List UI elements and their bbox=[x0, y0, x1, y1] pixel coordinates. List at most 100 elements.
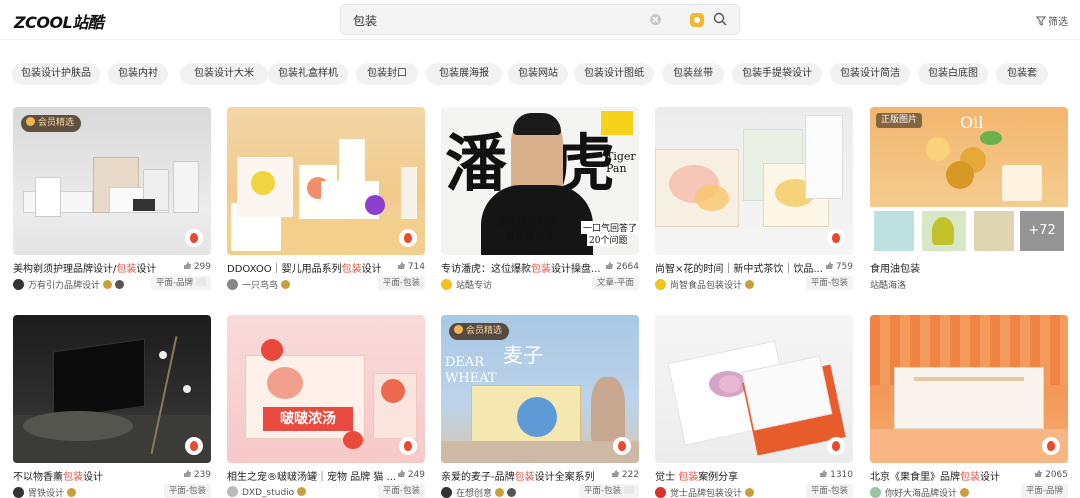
crown-icon bbox=[454, 325, 463, 334]
work-title[interactable]: 北京《果食里》品牌包装设计 bbox=[870, 468, 1038, 483]
work-thumbnail[interactable] bbox=[655, 107, 853, 255]
vip-icon bbox=[495, 488, 505, 497]
like-count: 299 bbox=[183, 261, 211, 272]
vip-icon bbox=[281, 280, 291, 289]
thumbs-up-icon bbox=[825, 262, 833, 269]
badge-icon bbox=[115, 280, 125, 289]
tag-chip[interactable]: 包装设计大米 bbox=[180, 63, 268, 85]
thumb-dear-text: DEAR bbox=[445, 355, 485, 370]
tag-chip[interactable]: 包装封口 bbox=[356, 63, 418, 85]
author[interactable]: 一只鸟鸟 bbox=[227, 278, 291, 291]
author[interactable]: 站酷专访 bbox=[441, 278, 492, 291]
vip-icon bbox=[297, 487, 307, 496]
like-count: 759 bbox=[825, 261, 853, 272]
author[interactable]: 胃铁设计 bbox=[13, 486, 77, 498]
work-title[interactable]: 专访潘虎：这位爆款包装设计操盘... bbox=[441, 260, 609, 275]
author[interactable]: 在想创意 bbox=[441, 486, 517, 498]
tag-chip[interactable]: 包装网站 bbox=[508, 63, 568, 85]
avatar bbox=[227, 279, 238, 290]
thumbs-up-icon bbox=[611, 470, 619, 477]
work-thumbnail[interactable]: 会员精选 bbox=[13, 107, 211, 255]
work-title[interactable]: 不以物香薰包装设计 bbox=[13, 468, 181, 483]
image-search-icon[interactable] bbox=[690, 13, 704, 27]
like-count: 222 bbox=[611, 469, 639, 480]
thumb-tiger-pan: Tiger Pan bbox=[606, 150, 636, 175]
tag-chip[interactable]: 包装展海报 bbox=[426, 63, 502, 85]
thumbs-up-icon bbox=[820, 470, 828, 477]
author[interactable]: DXD_studio bbox=[227, 486, 307, 498]
thumb-oil-text: Oil bbox=[960, 113, 984, 132]
work-thumbnail[interactable]: 啵啵浓汤 bbox=[227, 315, 425, 463]
thumb-headline-pan: 潘 bbox=[445, 127, 508, 200]
work-thumbnail[interactable] bbox=[655, 315, 853, 463]
hot-icon bbox=[399, 437, 417, 455]
hot-icon bbox=[827, 437, 845, 455]
work-thumbnail[interactable]: 潘 虎 Tiger Pan 这位爆款包装 设计操盘手 一口气回答了 20个问题 bbox=[441, 107, 639, 255]
work-title[interactable]: 相生之宠®啵啵汤罐｜宠物 品牌 猫 ... bbox=[227, 468, 395, 483]
avatar bbox=[13, 279, 24, 290]
like-count: 714 bbox=[397, 261, 425, 272]
tag-chip[interactable]: 包装丝带 bbox=[662, 63, 724, 85]
tag-chip[interactable]: 包装设计图纸 bbox=[574, 63, 654, 85]
vip-icon bbox=[103, 280, 113, 289]
work-thumbnail[interactable] bbox=[870, 315, 1068, 463]
search-box[interactable] bbox=[340, 4, 740, 35]
work-thumbnail[interactable]: DEAR WHEAT 麦子 会员精选 bbox=[441, 315, 639, 463]
thumb-brand-text: 麦子 bbox=[503, 343, 543, 367]
more-images-count[interactable]: +72 bbox=[1020, 211, 1064, 251]
avatar bbox=[227, 486, 238, 497]
related-tags: 包装设计护肤品 包装内衬 包装设计大米 包装礼盒样机 包装封口 包装展海报 包装… bbox=[12, 63, 1080, 85]
thumb-caption: 20个问题 bbox=[587, 233, 630, 246]
work-title[interactable]: 美构剃须护理品牌设计/包装设计 bbox=[13, 260, 181, 275]
vip-icon bbox=[67, 488, 77, 497]
filter-button[interactable]: 筛选 bbox=[1036, 13, 1068, 28]
work-title[interactable]: 觉士 包装案例分享 bbox=[655, 468, 823, 483]
tag-chip[interactable]: 包装手提袋设计 bbox=[732, 63, 822, 85]
avatar bbox=[13, 487, 24, 498]
badge-icon bbox=[507, 488, 517, 497]
filter-icon bbox=[1036, 16, 1046, 26]
work-title[interactable]: DDOXOO｜婴儿用品系列包装设计 bbox=[227, 260, 395, 275]
thumb-caption: 这位爆款包装 bbox=[497, 217, 557, 228]
work-title[interactable]: 亲爱的麦子-品牌包装设计全案系列 bbox=[441, 468, 609, 483]
zcool-logo[interactable]: ZCOOL站酷 bbox=[14, 9, 104, 33]
work-title[interactable]: 食用油包装 bbox=[870, 260, 1038, 275]
work-thumbnail[interactable] bbox=[13, 315, 211, 463]
hot-icon bbox=[827, 229, 845, 247]
like-count: 239 bbox=[183, 469, 211, 480]
category-label: 平面-包装 bbox=[377, 276, 425, 290]
category-label: 平面-包装 bbox=[805, 276, 853, 290]
work-thumbnail[interactable] bbox=[227, 107, 425, 255]
thumbs-up-icon bbox=[183, 470, 191, 477]
author[interactable]: 你好大海品牌设计 bbox=[870, 486, 970, 498]
thumbs-up-icon bbox=[397, 470, 405, 477]
tag-chip[interactable]: 包装设计护肤品 bbox=[12, 63, 100, 85]
search-input[interactable] bbox=[353, 11, 633, 29]
category-label: 文章-平面 bbox=[591, 276, 639, 290]
avatar bbox=[870, 487, 881, 498]
vip-icon bbox=[745, 280, 755, 289]
work-title[interactable]: 尚智×花的时间｜新中式茶饮｜饮品... bbox=[655, 260, 823, 275]
author[interactable]: 万有引力品牌设计 bbox=[13, 278, 125, 291]
author[interactable]: 站酷海洛 bbox=[870, 278, 906, 291]
tag-chip[interactable]: 包装白底图 bbox=[918, 63, 988, 85]
tag-chip[interactable]: 包装礼盒样机 bbox=[268, 63, 348, 85]
avatar bbox=[655, 279, 666, 290]
thumbs-up-icon bbox=[1035, 470, 1043, 477]
thumb-caption: 设计操盘手 bbox=[505, 232, 555, 243]
like-count: 2065 bbox=[1034, 469, 1068, 480]
member-pick-badge: 会员精选 bbox=[449, 323, 510, 340]
tag-chip[interactable]: 包装内衬 bbox=[108, 63, 168, 85]
tag-chip[interactable]: 包装套 bbox=[996, 63, 1048, 85]
work-thumbnail[interactable]: Oil +72 正版图片 bbox=[870, 107, 1068, 255]
author[interactable]: 尚智食品包装设计 bbox=[655, 278, 755, 291]
author[interactable]: 觉士品牌包装设计 bbox=[655, 486, 755, 498]
tag-chip[interactable]: 包装设计简洁 bbox=[830, 63, 910, 85]
clear-icon[interactable] bbox=[650, 14, 661, 25]
category-label: 平面-包装 bbox=[578, 484, 639, 498]
category-label: 平面-品牌 bbox=[150, 276, 211, 290]
hot-icon bbox=[399, 229, 417, 247]
hot-icon bbox=[185, 437, 203, 455]
search-icon[interactable] bbox=[713, 12, 728, 31]
avatar bbox=[441, 279, 452, 290]
